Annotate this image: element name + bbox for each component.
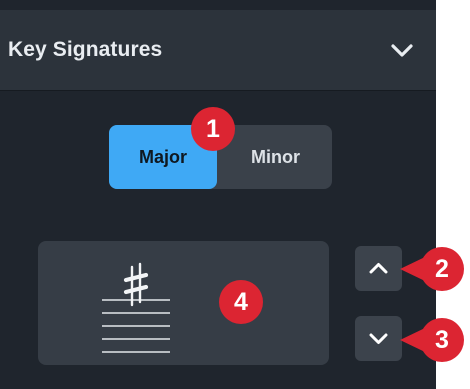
key-signatures-panel: Key Signatures Major Minor (0, 0, 436, 389)
key-step-up-button[interactable] (355, 246, 402, 291)
key-step-down-button[interactable] (355, 316, 402, 361)
staff-with-sharp (102, 262, 170, 353)
minor-option-button[interactable]: Minor (219, 125, 332, 189)
chevron-down-icon (369, 333, 388, 344)
chevron-up-icon (369, 263, 388, 274)
chevron-down-icon[interactable] (388, 40, 416, 62)
callout-4: 4 (219, 280, 263, 324)
panel-header[interactable]: Key Signatures (0, 10, 436, 91)
callout-1: 1 (191, 107, 235, 151)
callout-2-number: 2 (435, 254, 449, 283)
key-signature-preview[interactable] (38, 241, 329, 365)
callout-3: 3 (398, 318, 470, 362)
callout-2: 2 (398, 247, 470, 291)
panel-title: Key Signatures (8, 38, 163, 61)
callout-3-number: 3 (435, 325, 449, 354)
sharp-symbol (123, 262, 149, 307)
